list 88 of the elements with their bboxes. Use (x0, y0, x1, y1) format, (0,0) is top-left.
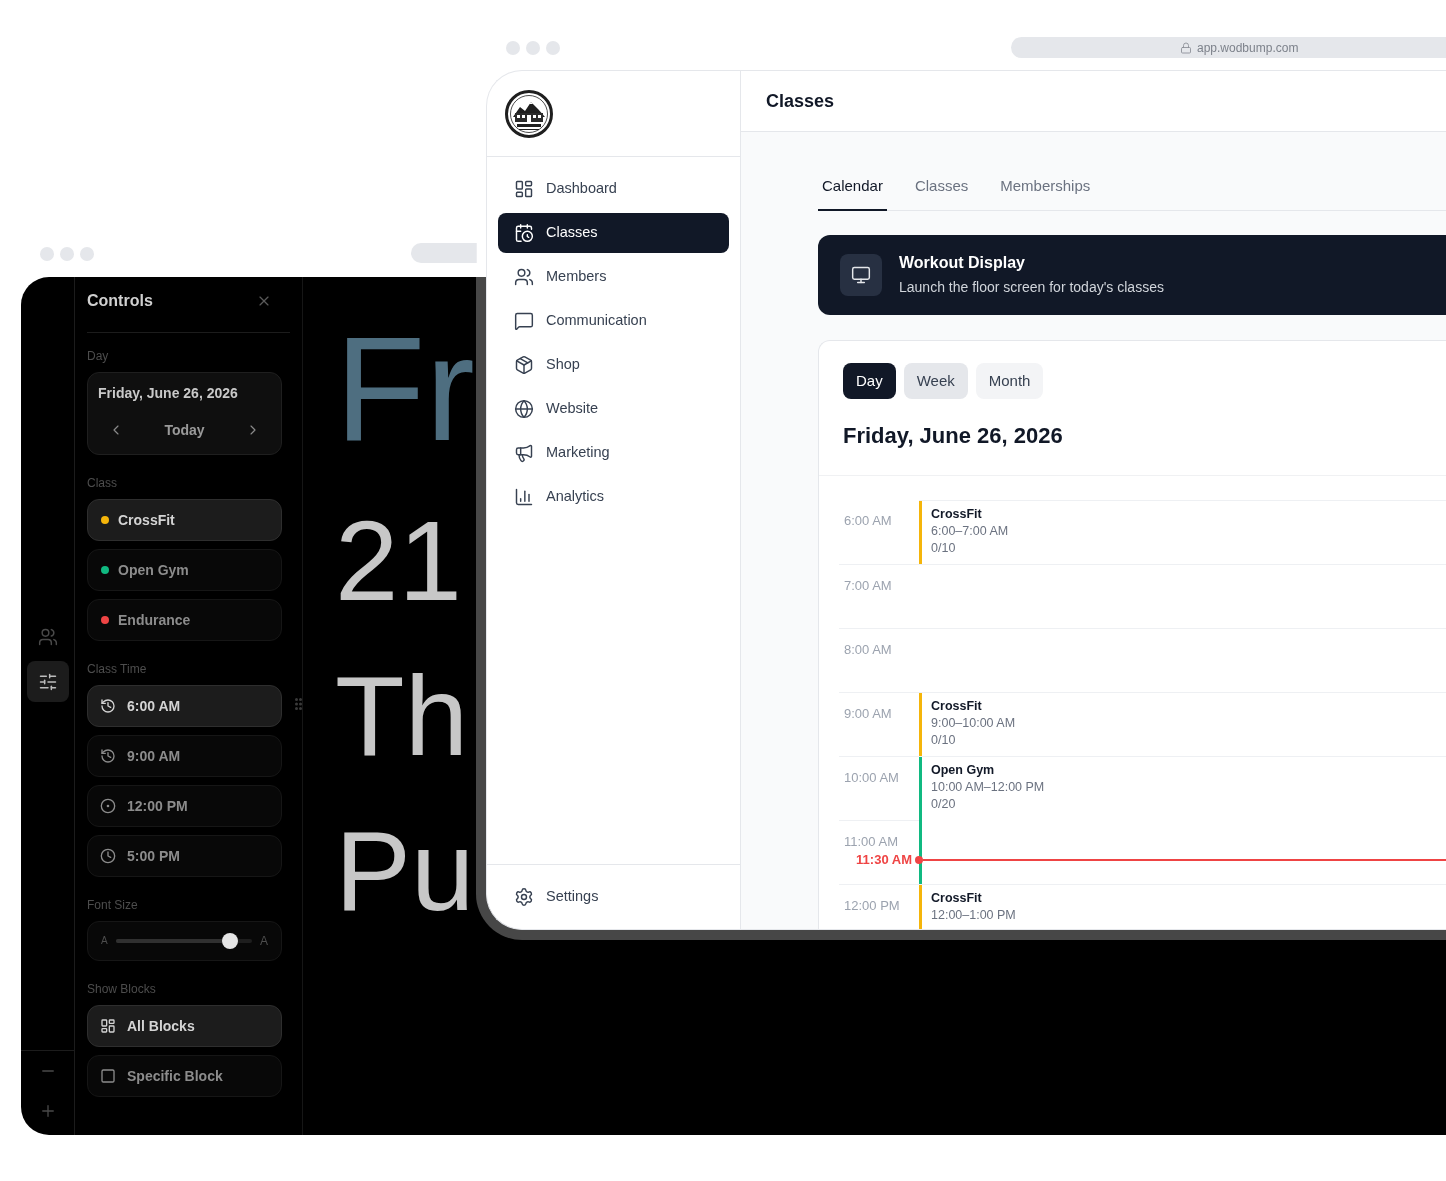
history-icon (100, 748, 116, 764)
hour-label: 6:00 AM (844, 513, 892, 528)
display-text: Pu (335, 814, 475, 928)
event-title: CrossFit (931, 698, 982, 715)
speech-bubble-icon (514, 311, 534, 331)
users-icon (514, 267, 534, 287)
sidebar-item[interactable]: Dashboard (498, 169, 729, 209)
time-option[interactable]: 12:00 PM (87, 785, 282, 827)
panel-title: Controls (87, 291, 153, 311)
workout-display-banner[interactable]: Workout Display Launch the floor screen for today's classes (818, 235, 1446, 315)
time-option[interactable]: 9:00 AM (87, 735, 282, 777)
block-option[interactable]: All Blocks (87, 1005, 282, 1047)
hour-label: 11:00 AM (844, 834, 898, 849)
layout-grid-icon (514, 179, 534, 199)
display-text: Th (335, 659, 469, 773)
circle-dot-icon (100, 798, 116, 814)
sidebar-item[interactable]: Shop (498, 345, 729, 385)
class-option[interactable]: CrossFit (87, 499, 282, 541)
hour-label: 9:00 AM (844, 706, 892, 721)
square-icon (100, 1068, 116, 1084)
block-option[interactable]: Specific Block (87, 1055, 282, 1097)
event-capacity: 0/10 (931, 732, 956, 749)
layout-grid-icon (100, 1018, 116, 1034)
monitor-icon (840, 254, 882, 296)
tab[interactable]: Classes (910, 176, 973, 211)
tab[interactable]: Calendar (818, 176, 887, 211)
sidebar-item[interactable]: Website (498, 389, 729, 429)
font-size-slider[interactable] (115, 933, 252, 949)
today-button[interactable]: Today (164, 420, 205, 440)
url-text: app.wodbump.com (1197, 39, 1299, 56)
address-bar[interactable] (411, 243, 477, 263)
date-text: Friday, June 26, 2026 (98, 384, 238, 402)
section-label: Font Size (87, 897, 138, 913)
sidebar-item[interactable]: Analytics (498, 477, 729, 517)
event-title: CrossFit (931, 506, 982, 523)
event-capacity: 0/20 (931, 796, 956, 813)
view-button[interactable]: Month (975, 363, 1044, 399)
calendar-date: Friday, June 26, 2026 (843, 422, 1063, 450)
event-capacity: 0/10 (931, 540, 956, 557)
hour-label: 12:00 PM (844, 898, 900, 913)
display-text: 21 (335, 504, 462, 618)
time-option[interactable]: 6:00 AM (87, 685, 282, 727)
calendar-clock-icon (514, 223, 534, 243)
hour-label: 10:00 AM (844, 770, 899, 785)
display-text: Fr (335, 315, 475, 463)
logo (505, 89, 553, 138)
section-label: Show Blocks (87, 981, 156, 997)
section-label: Class Time (87, 661, 147, 677)
banner-title: Workout Display (899, 253, 1026, 273)
event-time: 10:00 AM–12:00 PM (931, 779, 1045, 796)
sidebar-item[interactable]: Settings (498, 877, 729, 917)
sliders-icon (37, 671, 58, 692)
class-option[interactable]: Open Gym (87, 549, 282, 591)
small-a-label: A (101, 935, 108, 947)
lock-icon (1180, 41, 1192, 54)
settings-icon (514, 887, 534, 907)
grip-icon[interactable] (295, 698, 302, 710)
current-time-label: 11:30 AM (856, 852, 912, 868)
sidebar-item[interactable]: Communication (498, 301, 729, 341)
box-icon (514, 355, 534, 375)
event-title: CrossFit (931, 890, 982, 907)
banner-subtitle: Launch the floor screen for today's classes (899, 278, 1164, 297)
hour-label: 8:00 AM (844, 642, 892, 657)
event-time: 9:00–10:00 AM (931, 715, 1016, 732)
slider-thumb[interactable] (222, 933, 239, 949)
view-button[interactable]: Day (843, 363, 896, 399)
bar-chart-icon (514, 487, 534, 507)
event-title: Open Gym (931, 762, 995, 779)
rail-tab[interactable] (26, 661, 69, 702)
tab[interactable]: Memberships (996, 176, 1095, 211)
section-label: Class (87, 475, 117, 491)
class-option[interactable]: Endurance (87, 599, 282, 641)
sidebar-item[interactable]: Members (498, 257, 729, 297)
event-time: 6:00–7:00 AM (931, 523, 1009, 540)
large-a-label: A (260, 933, 268, 949)
globe-icon (514, 399, 534, 419)
page-title: Classes (766, 90, 835, 113)
view-button[interactable]: Week (903, 363, 968, 399)
event-time: 12:00–1:00 PM (931, 907, 1016, 924)
section-label: Day (87, 348, 109, 364)
hour-label: 7:00 AM (844, 578, 892, 593)
megaphone-icon (514, 443, 534, 463)
sidebar-item[interactable]: Marketing (498, 433, 729, 473)
clock-icon (100, 848, 116, 864)
history-icon (100, 698, 116, 714)
sidebar-item[interactable]: Classes (498, 213, 729, 253)
time-option[interactable]: 5:00 PM (87, 835, 282, 877)
users-icon (37, 626, 58, 647)
